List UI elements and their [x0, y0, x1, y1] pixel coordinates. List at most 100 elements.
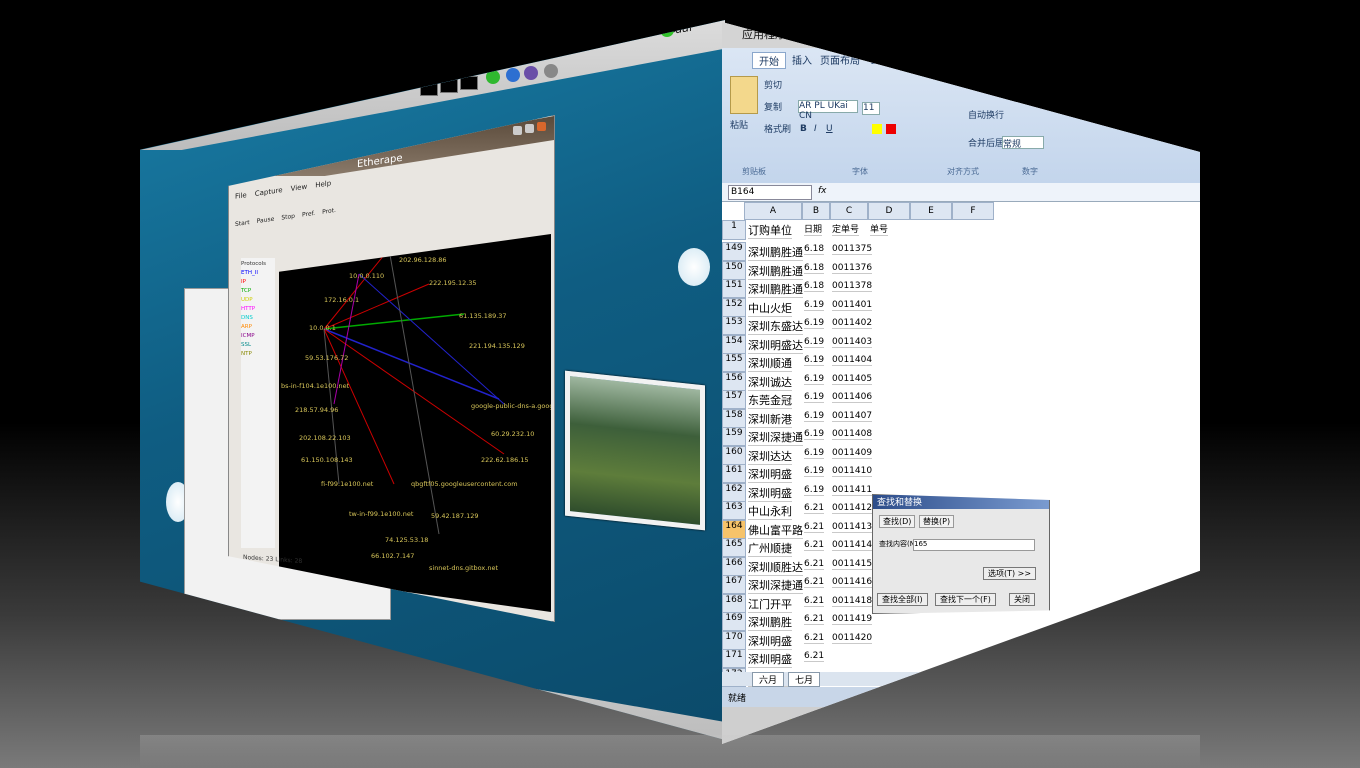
row-header[interactable]: 167 [722, 575, 746, 594]
table-cell[interactable]: 6.19 [804, 392, 825, 403]
column-header[interactable]: E [910, 202, 952, 220]
header-cell[interactable]: 单号 [870, 222, 889, 236]
fx-icon[interactable]: fx [818, 186, 827, 196]
column-header[interactable]: C [830, 202, 868, 220]
table-cell[interactable]: 中山永利 [748, 503, 792, 520]
find-input[interactable]: 165 [913, 539, 1035, 551]
table-cell[interactable]: 6.21 [804, 503, 825, 514]
applications-menu[interactable]: 应用程序 [742, 26, 786, 42]
graph-node[interactable]: 60.29.232.10 [491, 430, 534, 438]
prot-button[interactable]: Prot. [322, 207, 336, 216]
column-header[interactable]: B [802, 202, 830, 220]
table-cell[interactable]: 6.19 [804, 374, 825, 385]
table-cell[interactable]: 0011410 [832, 466, 873, 477]
table-cell[interactable]: 深圳顺通 [748, 355, 792, 372]
graph-node[interactable]: 59.53.176.72 [305, 354, 348, 362]
table-cell[interactable]: 东莞金冠 [748, 392, 792, 409]
menu-file[interactable]: File [235, 191, 247, 201]
number-format-select[interactable]: 常规 [1002, 136, 1044, 150]
network-status-icon[interactable] [486, 70, 500, 84]
row-header[interactable]: 162 [722, 482, 746, 502]
row-header[interactable]: 168 [722, 593, 746, 613]
table-cell[interactable]: 0011414 [832, 540, 873, 551]
row-header[interactable]: 171 [722, 649, 746, 668]
table-cell[interactable]: 深圳鹏胜通 [748, 244, 803, 261]
graph-node[interactable]: 222.195.12.35 [429, 279, 477, 287]
wrap-text-button[interactable]: 自动换行 [968, 108, 1004, 121]
worksheet-grid[interactable]: A B C D E F 1 订购单位 日期 定单号 单号 149 深圳鹏胜通 6.1… [722, 202, 1200, 687]
table-cell[interactable]: 6.19 [804, 429, 825, 440]
tab-developer[interactable]: 开发工具 [982, 52, 1022, 67]
menu-capture[interactable]: Capture [255, 186, 283, 198]
table-cell[interactable]: 6.21 [804, 596, 825, 607]
graph-node[interactable]: 66.102.7.147 [371, 552, 414, 560]
graph-node[interactable]: 202.108.22.103 [299, 434, 351, 442]
row-header[interactable]: 149 [722, 242, 746, 261]
table-cell[interactable]: 6.21 [804, 522, 825, 533]
pref-button[interactable]: Pref. [302, 210, 315, 219]
graph-node[interactable]: MS-UPE [379, 244, 404, 252]
find-all-button[interactable]: 查找全部(I) [877, 593, 928, 606]
close-icon[interactable] [537, 122, 546, 131]
graph-node[interactable]: sinnet-dns.gitbox.net [429, 564, 498, 572]
table-cell[interactable]: 6.21 [804, 651, 825, 662]
table-cell[interactable]: 深圳诚达 [748, 374, 792, 391]
table-cell[interactable]: 0011419 [832, 614, 873, 625]
pause-button[interactable]: Pause [257, 216, 275, 225]
table-cell[interactable]: 6.19 [804, 448, 825, 459]
tab-replace[interactable]: 替换(P) [919, 515, 955, 528]
table-cell[interactable]: 江门开平 [748, 596, 792, 613]
graph-node[interactable]: 59.42.187.129 [431, 512, 479, 520]
font-size-select[interactable]: 11 [862, 102, 880, 115]
table-cell[interactable]: 深圳明盛 [748, 466, 792, 483]
places-menu[interactable]: 位置 [800, 26, 822, 42]
graph-node[interactable]: 222.62.186.15 [481, 456, 529, 464]
table-cell[interactable]: 0011404 [832, 355, 873, 366]
row-header[interactable]: 150 [722, 260, 746, 280]
row-header[interactable]: 152 [722, 297, 746, 317]
row-header[interactable]: 157 [722, 390, 746, 409]
table-cell[interactable]: 深圳深捷通 [748, 577, 803, 594]
tab-view[interactable]: 视图 [954, 52, 974, 67]
graph-node[interactable]: tw-in-f99.1e100.net [349, 510, 413, 518]
table-cell[interactable]: 6.21 [804, 633, 825, 644]
row-header[interactable]: 166 [722, 556, 746, 576]
system-menu[interactable]: 系统 [832, 26, 854, 42]
sheet-tab[interactable]: 七月 [788, 672, 821, 687]
row-header[interactable]: 1 [722, 220, 746, 240]
row-header[interactable]: 160 [722, 445, 746, 465]
table-cell[interactable]: 广州顺捷 [748, 540, 792, 557]
table-cell[interactable]: 6.21 [804, 614, 825, 625]
table-cell[interactable]: 0011408 [832, 429, 873, 440]
row-header[interactable]: 154 [722, 334, 746, 354]
volume-icon[interactable] [544, 64, 558, 78]
paste-icon[interactable] [730, 76, 758, 114]
row-header[interactable]: 163 [722, 501, 746, 520]
table-cell[interactable]: 6.21 [804, 559, 825, 570]
column-header[interactable]: D [868, 202, 910, 220]
table-cell[interactable]: 6.21 [804, 577, 825, 588]
graph-node[interactable]: 172.16.0.1 [324, 296, 359, 304]
table-cell[interactable]: 深圳鹏胜通 [748, 281, 803, 298]
column-header[interactable]: F [952, 202, 994, 220]
menu-help[interactable]: Help [315, 179, 331, 189]
etherape-window[interactable]: Etherape File Capture View Help Start Pa… [228, 115, 555, 622]
underline-button[interactable]: U [826, 124, 833, 134]
table-cell[interactable]: 深圳明盛 [748, 633, 792, 650]
table-cell[interactable]: 0011403 [832, 337, 873, 348]
cut-button[interactable]: 剪切 [764, 78, 782, 91]
graph-node[interactable]: fi-f99.1e100.net [321, 480, 373, 488]
table-cell[interactable]: 0011405 [832, 374, 873, 385]
table-cell[interactable]: 0011420 [832, 633, 873, 644]
menu-view[interactable]: View [291, 183, 308, 193]
font-name-select[interactable]: AR PL UKai CN [798, 100, 858, 121]
table-cell[interactable]: 6.19 [804, 355, 825, 366]
row-header[interactable]: 158 [722, 408, 746, 428]
tab-find[interactable]: 查找(D) [879, 515, 916, 528]
copy-button[interactable]: 复制 [764, 100, 782, 113]
table-cell[interactable]: 深圳东盛达 [748, 318, 803, 335]
row-header[interactable]: 165 [722, 538, 746, 557]
network-graph-canvas[interactable]: MS-UPE 202.96.128.86 10.0.0.110 222.195.… [279, 234, 551, 612]
graph-node[interactable]: 221.194.135.129 [469, 342, 525, 350]
table-cell[interactable]: 深圳深捷通 [748, 429, 803, 446]
